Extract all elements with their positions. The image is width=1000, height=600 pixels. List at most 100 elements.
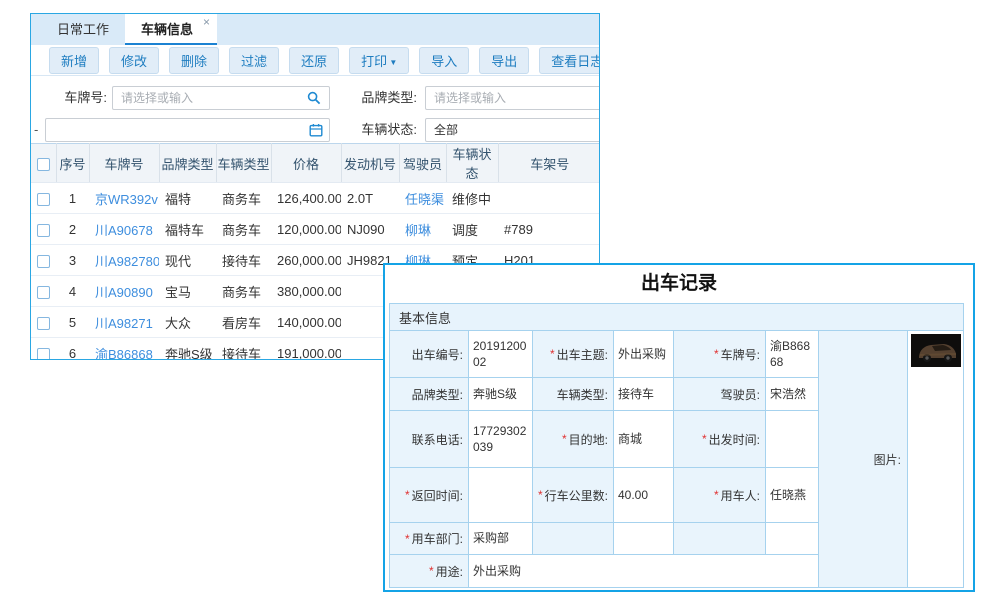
- required-star: *: [405, 532, 410, 546]
- tab-vehicle-info-label: 车辆信息: [141, 22, 193, 37]
- table-cell: 6: [56, 338, 89, 361]
- table-header-row: 序号车牌号品牌类型车辆类型价格发动机号驾驶员车辆状态车架号: [31, 144, 600, 183]
- form-value: 奔驰S级: [469, 378, 533, 411]
- select-all-checkbox[interactable]: [37, 158, 50, 171]
- row-checkbox[interactable]: [37, 193, 50, 206]
- search-icon[interactable]: [307, 91, 321, 105]
- calendar-icon[interactable]: [309, 123, 323, 137]
- form-value: [469, 468, 533, 523]
- form-label: 联系电话:: [390, 411, 469, 468]
- form-value: 17729302039: [469, 411, 533, 468]
- plate-filter-label: 车牌号:: [31, 86, 107, 110]
- table-cell[interactable]: 川A98271: [89, 307, 159, 338]
- brand-filter-input[interactable]: [425, 86, 600, 110]
- form-value: 任晓燕: [766, 468, 819, 523]
- table-cell: 126,400.00: [271, 183, 341, 214]
- column-header: 品牌类型: [159, 144, 216, 183]
- toolbar-button-8[interactable]: 查看日志: [539, 47, 600, 74]
- table-cell: 大众: [159, 307, 216, 338]
- form-label: [674, 523, 766, 555]
- table-cell: 2.0T: [341, 183, 399, 214]
- car-photo[interactable]: [911, 334, 961, 367]
- table-cell: #789: [498, 214, 600, 245]
- close-icon[interactable]: ×: [203, 15, 210, 29]
- screen: 日常工作 车辆信息 × 新增修改删除过滤还原打印 ▼ 导入导出查看日志 车牌号: …: [0, 0, 1000, 600]
- form-value: [614, 523, 674, 555]
- form-value: 采购部: [469, 523, 533, 555]
- table-cell: 3: [56, 245, 89, 276]
- toolbar-button-1[interactable]: 修改: [109, 47, 159, 74]
- tab-daily-work[interactable]: 日常工作: [41, 14, 125, 45]
- table-cell[interactable]: 任晓渠: [399, 183, 446, 214]
- toolbar-button-2[interactable]: 删除: [169, 47, 219, 74]
- form-value: 40.00: [614, 468, 674, 523]
- table-cell: 维修中: [446, 183, 498, 214]
- form-value: 2019120002: [469, 331, 533, 378]
- table-cell: 120,000.00: [271, 214, 341, 245]
- table-cell: 调度: [446, 214, 498, 245]
- status-filter-select[interactable]: 全部: [425, 118, 600, 142]
- table-cell[interactable]: 川A90678: [89, 214, 159, 245]
- required-star: *: [429, 564, 434, 578]
- tab-bar: 日常工作 车辆信息 ×: [31, 14, 599, 45]
- row-checkbox[interactable]: [37, 317, 50, 330]
- toolbar-button-7[interactable]: 导出: [479, 47, 529, 74]
- form-label: *出发时间:: [674, 411, 766, 468]
- form-label: *行车公里数:: [533, 468, 614, 523]
- tab-vehicle-info[interactable]: 车辆信息 ×: [125, 14, 217, 45]
- dispatch-record-dialog: 出车记录 基本信息 图片: 出车编号:2019120002*出车主题:外出采购*…: [383, 263, 975, 592]
- date-filter-input[interactable]: [45, 118, 330, 142]
- column-header: 车架号: [498, 144, 600, 183]
- table-row: 1京WR392v福特商务车126,400.002.0T任晓渠维修中: [31, 183, 600, 214]
- table-cell: 2: [56, 214, 89, 245]
- form-label: *用车部门:: [390, 523, 469, 555]
- toolbar-button-6[interactable]: 导入: [419, 47, 469, 74]
- row-checkbox[interactable]: [37, 255, 50, 268]
- table-cell[interactable]: 柳琳: [399, 214, 446, 245]
- filter-area: 车牌号: 品牌类型: - 车辆状态: 全部: [31, 76, 599, 143]
- required-star: *: [714, 488, 719, 502]
- table-cell: 现代: [159, 245, 216, 276]
- form-value: [766, 411, 819, 468]
- form-label: 驾驶员:: [674, 378, 766, 411]
- column-header: 车辆状态: [446, 144, 498, 183]
- row-checkbox[interactable]: [37, 224, 50, 237]
- table-cell: 260,000.00: [271, 245, 341, 276]
- form-label: [533, 523, 614, 555]
- toolbar-button-3[interactable]: 过滤: [229, 47, 279, 74]
- table-cell[interactable]: 京WR392v: [89, 183, 159, 214]
- row-checkbox[interactable]: [37, 348, 50, 360]
- table-cell[interactable]: 川A90890: [89, 276, 159, 307]
- form-label: *车牌号:: [674, 331, 766, 378]
- column-header: 车牌号: [89, 144, 159, 183]
- status-filter-label: 车辆状态:: [331, 118, 417, 142]
- form-label: *用途:: [390, 555, 469, 588]
- dialog-title: 出车记录: [385, 265, 973, 303]
- table-cell: 奔驰S级: [159, 338, 216, 361]
- toolbar-button-4[interactable]: 还原: [289, 47, 339, 74]
- toolbar-button-5[interactable]: 打印 ▼: [349, 47, 409, 74]
- table-cell: 商务车: [216, 183, 271, 214]
- table-cell: 商务车: [216, 214, 271, 245]
- plate-filter-input[interactable]: [112, 86, 330, 110]
- column-header: 驾驶员: [399, 144, 446, 183]
- row-checkbox[interactable]: [37, 286, 50, 299]
- table-cell: 5: [56, 307, 89, 338]
- table-cell: 191,000.00: [271, 338, 341, 361]
- table-cell: 福特车: [159, 214, 216, 245]
- table-cell: 福特: [159, 183, 216, 214]
- section-header-basic-info: 基本信息: [390, 304, 964, 331]
- table-cell: 1: [56, 183, 89, 214]
- column-header: 序号: [56, 144, 89, 183]
- brand-filter-label: 品牌类型:: [331, 86, 417, 110]
- table-cell: 380,000.00: [271, 276, 341, 307]
- form-label: 品牌类型:: [390, 378, 469, 411]
- required-star: *: [538, 488, 543, 502]
- required-star: *: [405, 488, 410, 502]
- table-cell[interactable]: 川A982780: [89, 245, 159, 276]
- table-cell: [498, 183, 600, 214]
- toolbar-button-0[interactable]: 新增: [49, 47, 99, 74]
- table-cell[interactable]: 渝B86868: [89, 338, 159, 361]
- dialog-form-grid: 基本信息 图片: 出车编号:2019120002*出车主题:外出采购*车牌号:渝…: [389, 303, 964, 588]
- dropdown-caret-icon: ▼: [387, 58, 397, 67]
